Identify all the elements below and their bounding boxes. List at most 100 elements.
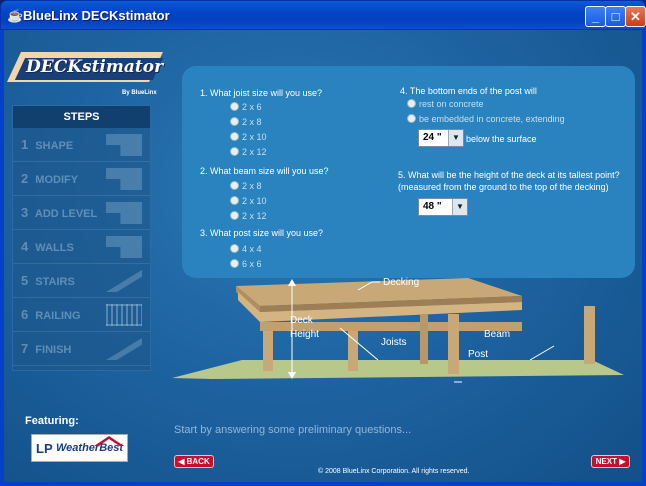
question-deck-height: 5. What will be the height of the deck a… [398, 170, 620, 180]
dropdown-arrow-icon[interactable]: ▼ [448, 130, 463, 146]
step-label: ADD LEVEL [34, 208, 98, 220]
step-modify[interactable]: 2 MODIFY [13, 162, 150, 196]
step-number: 5 [21, 273, 29, 288]
post-base-option-rest[interactable]: rest on concrete [407, 99, 484, 110]
title-bar[interactable]: ☕ BlueLinx DECKstimator _ □ ✕ [0, 0, 646, 30]
shape-thumbnail-icon [106, 134, 142, 156]
deckstimator-logo: DECKstimator By BlueLinx [7, 46, 164, 104]
beam-label: Beam [484, 329, 511, 340]
embed-depth-select[interactable]: 24 " ▼ [418, 129, 464, 147]
beam-option-2x10[interactable]: 2 x 10 [230, 196, 267, 207]
maximize-button[interactable]: □ [605, 6, 626, 27]
deck-height-select[interactable]: 48 " ▼ [418, 198, 468, 216]
post-option-4x4[interactable]: 4 x 4 [230, 244, 262, 255]
post-base-option-embedded[interactable]: be embedded in concrete, extending [407, 114, 565, 125]
questions-panel: 1. What joist size will you use? 2 x 6 2… [182, 66, 635, 278]
radio-button[interactable] [230, 181, 239, 190]
step-label: STAIRS [35, 276, 75, 288]
post-label: Post [468, 349, 489, 360]
question-post-base: 4. The bottom ends of the post will [400, 86, 537, 96]
java-cup-icon: ☕ [7, 8, 24, 23]
sponsor-name: WeatherBest [56, 442, 124, 454]
logo-byline: By BlueLinx [122, 90, 157, 96]
embed-depth-suffix: below the surface [466, 134, 537, 144]
step-number: 1 [21, 137, 29, 152]
radio-button[interactable] [230, 102, 239, 111]
radio-button[interactable] [407, 114, 416, 123]
step-label: WALLS [35, 242, 74, 254]
joist-option-2x8[interactable]: 2 x 8 [230, 117, 262, 128]
post [584, 306, 595, 364]
radio-button[interactable] [230, 259, 239, 268]
joists-callout-line [339, 327, 379, 361]
radio-button[interactable] [230, 244, 239, 253]
joists-label: Joists [381, 337, 407, 348]
finish-thumbnail-icon [106, 338, 142, 360]
stairs-thumbnail-icon [106, 270, 142, 292]
post [263, 331, 273, 371]
beam-option-2x12[interactable]: 2 x 12 [230, 211, 267, 222]
add-level-thumbnail-icon [106, 202, 142, 224]
step-walls[interactable]: 4 WALLS [13, 230, 150, 264]
dropdown-arrow-icon[interactable]: ▼ [452, 199, 467, 215]
radio-button[interactable] [230, 196, 239, 205]
question-deck-height-note: (measured from the ground to the top of … [398, 182, 609, 192]
back-button[interactable]: ◀ BACK [174, 455, 214, 468]
logo-wordmark: DECKstimator [26, 57, 164, 77]
radio-button[interactable] [230, 132, 239, 141]
step-number: 4 [21, 239, 29, 254]
close-button[interactable]: ✕ [625, 6, 646, 27]
embed-depth-value: 24 " [423, 132, 442, 143]
steps-header: STEPS [13, 106, 150, 128]
deck-height-value: 48 " [423, 201, 442, 212]
step-label: RAILING [35, 310, 81, 322]
step-label: FINISH [35, 344, 72, 356]
step-railing[interactable]: 6 RAILING [13, 298, 150, 332]
step-label: MODIFY [35, 174, 79, 186]
step-shape[interactable]: 1 SHAPE [13, 128, 150, 162]
step-stairs[interactable]: 5 STAIRS [13, 264, 150, 298]
steps-panel: STEPS 1 SHAPE 2 MODIFY 3 ADD LEVEL 4 WAL… [12, 105, 151, 371]
post [348, 331, 358, 371]
window-title: BlueLinx DECKstimator [23, 8, 170, 23]
post [420, 314, 428, 364]
step-number: 7 [21, 341, 29, 356]
featuring-label: Featuring: [25, 415, 79, 427]
app-client-area: DECKstimator By BlueLinx STEPS 1 SHAPE 2… [4, 30, 642, 482]
deck-diagram [172, 278, 624, 383]
joist-option-2x10[interactable]: 2 x 10 [230, 132, 267, 143]
height-arrow-head-top [288, 279, 296, 286]
radio-button[interactable] [230, 211, 239, 220]
modify-thumbnail-icon [106, 168, 142, 190]
question-post-size: 3. What post size will you use? [200, 228, 324, 238]
step-number: 3 [21, 205, 29, 220]
step-label: SHAPE [35, 140, 74, 152]
post-option-6x6[interactable]: 6 x 6 [230, 259, 262, 270]
question-beam-size: 2. What beam size will you use? [200, 166, 329, 176]
instruction-hint: Start by answering some preliminary ques… [174, 424, 412, 436]
window-frame-bottom [0, 482, 646, 486]
minimize-button[interactable]: _ [585, 6, 606, 27]
step-number: 6 [21, 307, 29, 322]
sponsor-logo[interactable]: LP WeatherBest [31, 434, 128, 462]
ground-plane [172, 360, 624, 379]
sponsor-lp-text: LP [36, 441, 53, 456]
next-button[interactable]: NEXT ▶ [591, 455, 630, 468]
question-joist-size: 1. What joist size will you use? [200, 88, 323, 98]
decking-label: Decking [383, 277, 420, 288]
radio-button[interactable] [407, 99, 416, 108]
copyright-text: © 2008 BlueLinx Corporation. All rights … [318, 468, 470, 475]
step-number: 2 [21, 171, 29, 186]
beam-callout-line [529, 345, 555, 361]
beam-option-2x8[interactable]: 2 x 8 [230, 181, 262, 192]
step-add-level[interactable]: 3 ADD LEVEL [13, 196, 150, 230]
window-frame-right [642, 30, 646, 486]
deck-height-label: Deck Height [290, 315, 319, 340]
step-finish[interactable]: 7 FINISH [13, 332, 150, 366]
railing-thumbnail-icon [106, 304, 142, 326]
joist-option-2x12[interactable]: 2 x 12 [230, 147, 267, 158]
radio-button[interactable] [230, 117, 239, 126]
post [448, 314, 459, 374]
radio-button[interactable] [230, 147, 239, 156]
joist-option-2x6[interactable]: 2 x 6 [230, 102, 262, 113]
